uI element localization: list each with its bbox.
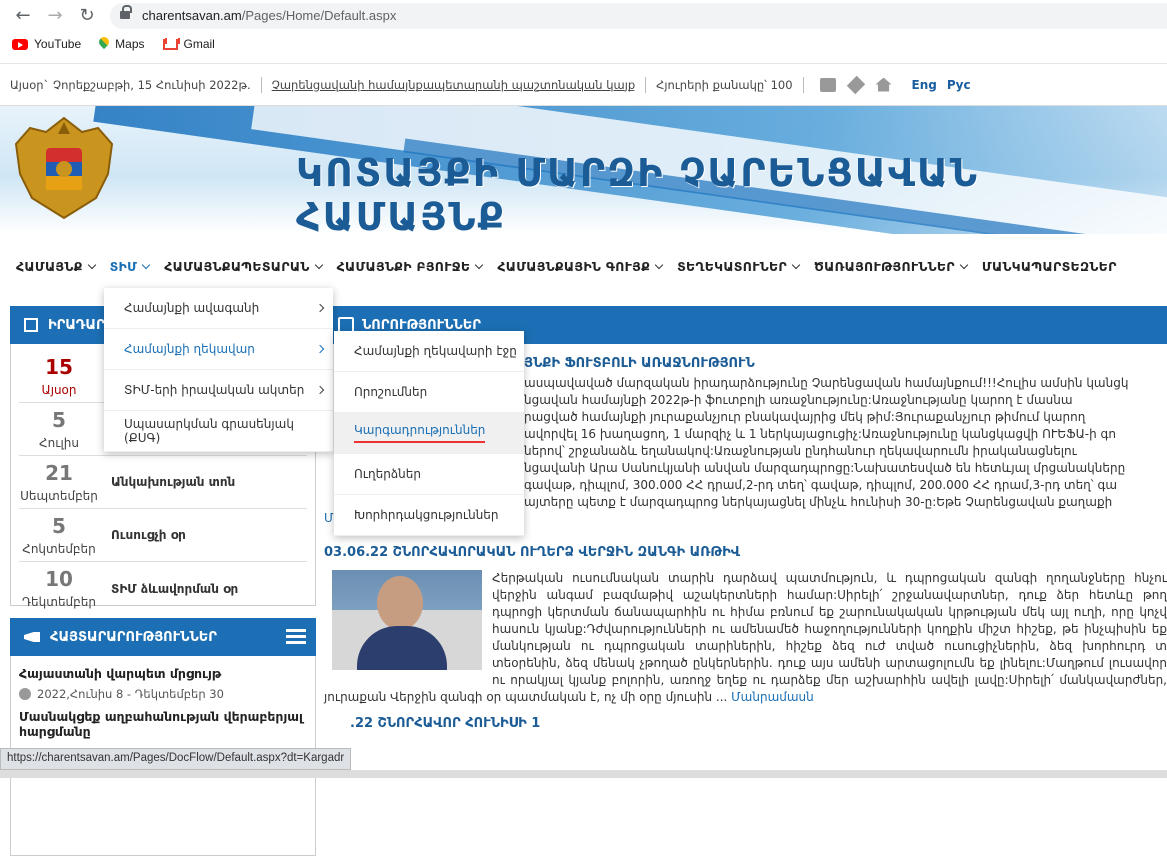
submenu-item-meetings[interactable]: Խորհրդակցություններ <box>334 495 524 536</box>
news-item-title[interactable]: .22 ՇՆՈՐՀԱՎՈՐ ՀՈՒՆԻՍԻ 1 <box>324 716 1167 731</box>
menu-item-services[interactable]: ԾԱՌԱՅՈՒԹՅՈՒՆՆԵՐ <box>814 259 967 274</box>
calendar-event[interactable]: 10Դեկտեմբեր ՏԻՄ ձևավորման օր <box>19 562 307 615</box>
menu-item-tim[interactable]: ՏԻՄ <box>110 259 150 274</box>
menu-item-property[interactable]: ՀԱՄԱՅՆՔԱՅԻՆ ԳՈՒՅՔ <box>497 259 662 274</box>
head-submenu: Համայնքի ղեկավարի էջը Որոշումներ Կարգադր… <box>334 331 524 536</box>
submenu-item-head-page[interactable]: Համայնքի ղեկավարի էջը <box>334 331 524 372</box>
coat-of-arms-logo[interactable] <box>8 114 120 222</box>
gmail-icon <box>163 39 178 50</box>
submenu-item-decisions[interactable]: Որոշումներ <box>334 372 524 413</box>
visitors-count: Հյուրերի քանակը՝ 100 <box>656 78 792 92</box>
submenu-item-messages[interactable]: Ուղերձներ <box>334 454 524 495</box>
news-item-body: Հերթական ուսումնական տարին դարձավ պատմու… <box>324 570 1167 706</box>
top-info-bar: Այսօր` Չորեքշաբթի, 15 Հունիսի 2022թ. Չար… <box>0 64 1167 106</box>
lang-en-link[interactable]: Eng <box>912 78 937 92</box>
list-item[interactable]: Մասնակցեք աղբահանության վերաբերյալ հարցմ… <box>19 709 307 739</box>
news-item-title[interactable]: 03.06.22 ՇՆՈՐՀԱՎՈՐԱԿԱՆ ՈՒՂԵՐՁ ՎԵՐՋԻՆ ԶԱՆ… <box>324 545 1167 560</box>
bookmarks-bar: YouTube Maps Gmail <box>12 37 215 51</box>
pin-icon[interactable] <box>846 75 864 93</box>
bookmark-youtube[interactable]: YouTube <box>12 37 81 51</box>
reload-icon[interactable]: ↻ <box>76 6 98 26</box>
chevron-down-icon <box>475 260 483 268</box>
chevron-right-icon <box>316 304 324 312</box>
chevron-down-icon <box>87 260 95 268</box>
status-url: https://charentsavan.am/Pages/DocFlow/De… <box>0 748 351 770</box>
lock-icon <box>120 8 130 19</box>
dropdown-item-service-office[interactable]: Սպասարկման գրասենյակ (ՔՍԳ) <box>104 411 333 452</box>
chevron-right-icon <box>316 386 324 394</box>
youtube-icon <box>12 39 28 50</box>
news-photo[interactable] <box>332 570 482 670</box>
chevron-down-icon <box>142 260 150 268</box>
clock-icon <box>19 688 31 700</box>
read-more-link[interactable]: Մանրամասն <box>731 690 814 704</box>
sitemap-icon[interactable] <box>820 78 836 92</box>
address-bar[interactable]: charentsavan.am/Pages/Home/Default.aspx <box>110 3 1167 29</box>
list-item[interactable]: Հայաստանի վարպետ մրցույթ 2022,Հունիս 8 -… <box>19 666 307 701</box>
chevron-down-icon <box>960 260 968 268</box>
dropdown-item-legal-acts[interactable]: ՏԻՄ-երի իրավական ակտեր <box>104 370 333 411</box>
browser-chrome: ← → ↻ charentsavan.am/Pages/Home/Default… <box>0 0 1167 64</box>
menu-item-kindergartens[interactable]: ՄԱՆԿԱՊԱՐՏԵԶՆԵՐ <box>982 259 1117 274</box>
list-icon[interactable] <box>286 629 306 645</box>
maps-icon <box>99 37 109 51</box>
chevron-right-icon <box>316 345 324 353</box>
dropdown-item-head[interactable]: Համայնքի ղեկավար <box>104 329 333 370</box>
site-title: ԿՈՏԱՅՔԻ ՄԱՐԶԻ ՉԱՐԵՆՑԱՎԱՆ ՀԱՄԱՅՆՔ <box>296 151 1167 234</box>
menu-item-hamaynq[interactable]: ՀԱՄԱՅՆՔ <box>16 259 95 274</box>
tim-dropdown-menu: Համայնքի ավագանի Համայնքի ղեկավար ՏԻՄ-եր… <box>104 288 333 452</box>
chevron-down-icon <box>792 260 800 268</box>
home-icon[interactable] <box>876 78 892 92</box>
calendar-event[interactable]: 5Հոկտեմբեր Ուսուցչի օր <box>19 509 307 562</box>
today-date: Այսօր` Չորեքշաբթի, 15 Հունիսի 2022թ. <box>10 78 251 92</box>
url-host: charentsavan.am <box>142 8 242 23</box>
submenu-item-orders[interactable]: Կարգադրություններ <box>334 413 524 454</box>
chevron-down-icon <box>655 260 663 268</box>
menu-item-budget[interactable]: ՀԱՄԱՅՆՔԻ ԲՅՈՒՋԵ <box>337 259 483 274</box>
lang-ru-link[interactable]: Рус <box>947 78 971 92</box>
site-header-banner: ԿՈՏԱՅՔԻ ՄԱՐԶԻ ՉԱՐԵՆՑԱՎԱՆ ՀԱՄԱՅՆՔ <box>0 106 1167 234</box>
dropdown-item-council[interactable]: Համայնքի ավագանի <box>104 288 333 329</box>
bookmark-gmail[interactable]: Gmail <box>163 37 215 51</box>
official-site-link[interactable]: Չարենցավանի համայնքապետարանի պաշտոնական … <box>272 78 635 92</box>
forward-icon[interactable]: → <box>44 6 66 26</box>
announcements-header: ՀԱՅՏԱՐԱՐՈՒԹՅՈՒՆՆԵՐ <box>10 618 316 656</box>
calendar-event[interactable]: 21Սեպտեմբեր Անկախության տոն <box>19 456 307 509</box>
chevron-down-icon <box>314 260 322 268</box>
url-path: /Pages/Home/Default.aspx <box>242 8 397 23</box>
back-icon[interactable]: ← <box>12 6 34 26</box>
calendar-icon <box>24 318 38 332</box>
menu-item-info[interactable]: ՏԵՂԵԿԱՏՈՒՆԵՐ <box>677 259 799 274</box>
menu-item-hamaynqapetaran[interactable]: ՀԱՄԱՅՆՔԱՊԵՏԱՐԱՆ <box>164 259 321 274</box>
bookmark-maps[interactable]: Maps <box>99 37 144 51</box>
megaphone-icon <box>24 632 40 642</box>
